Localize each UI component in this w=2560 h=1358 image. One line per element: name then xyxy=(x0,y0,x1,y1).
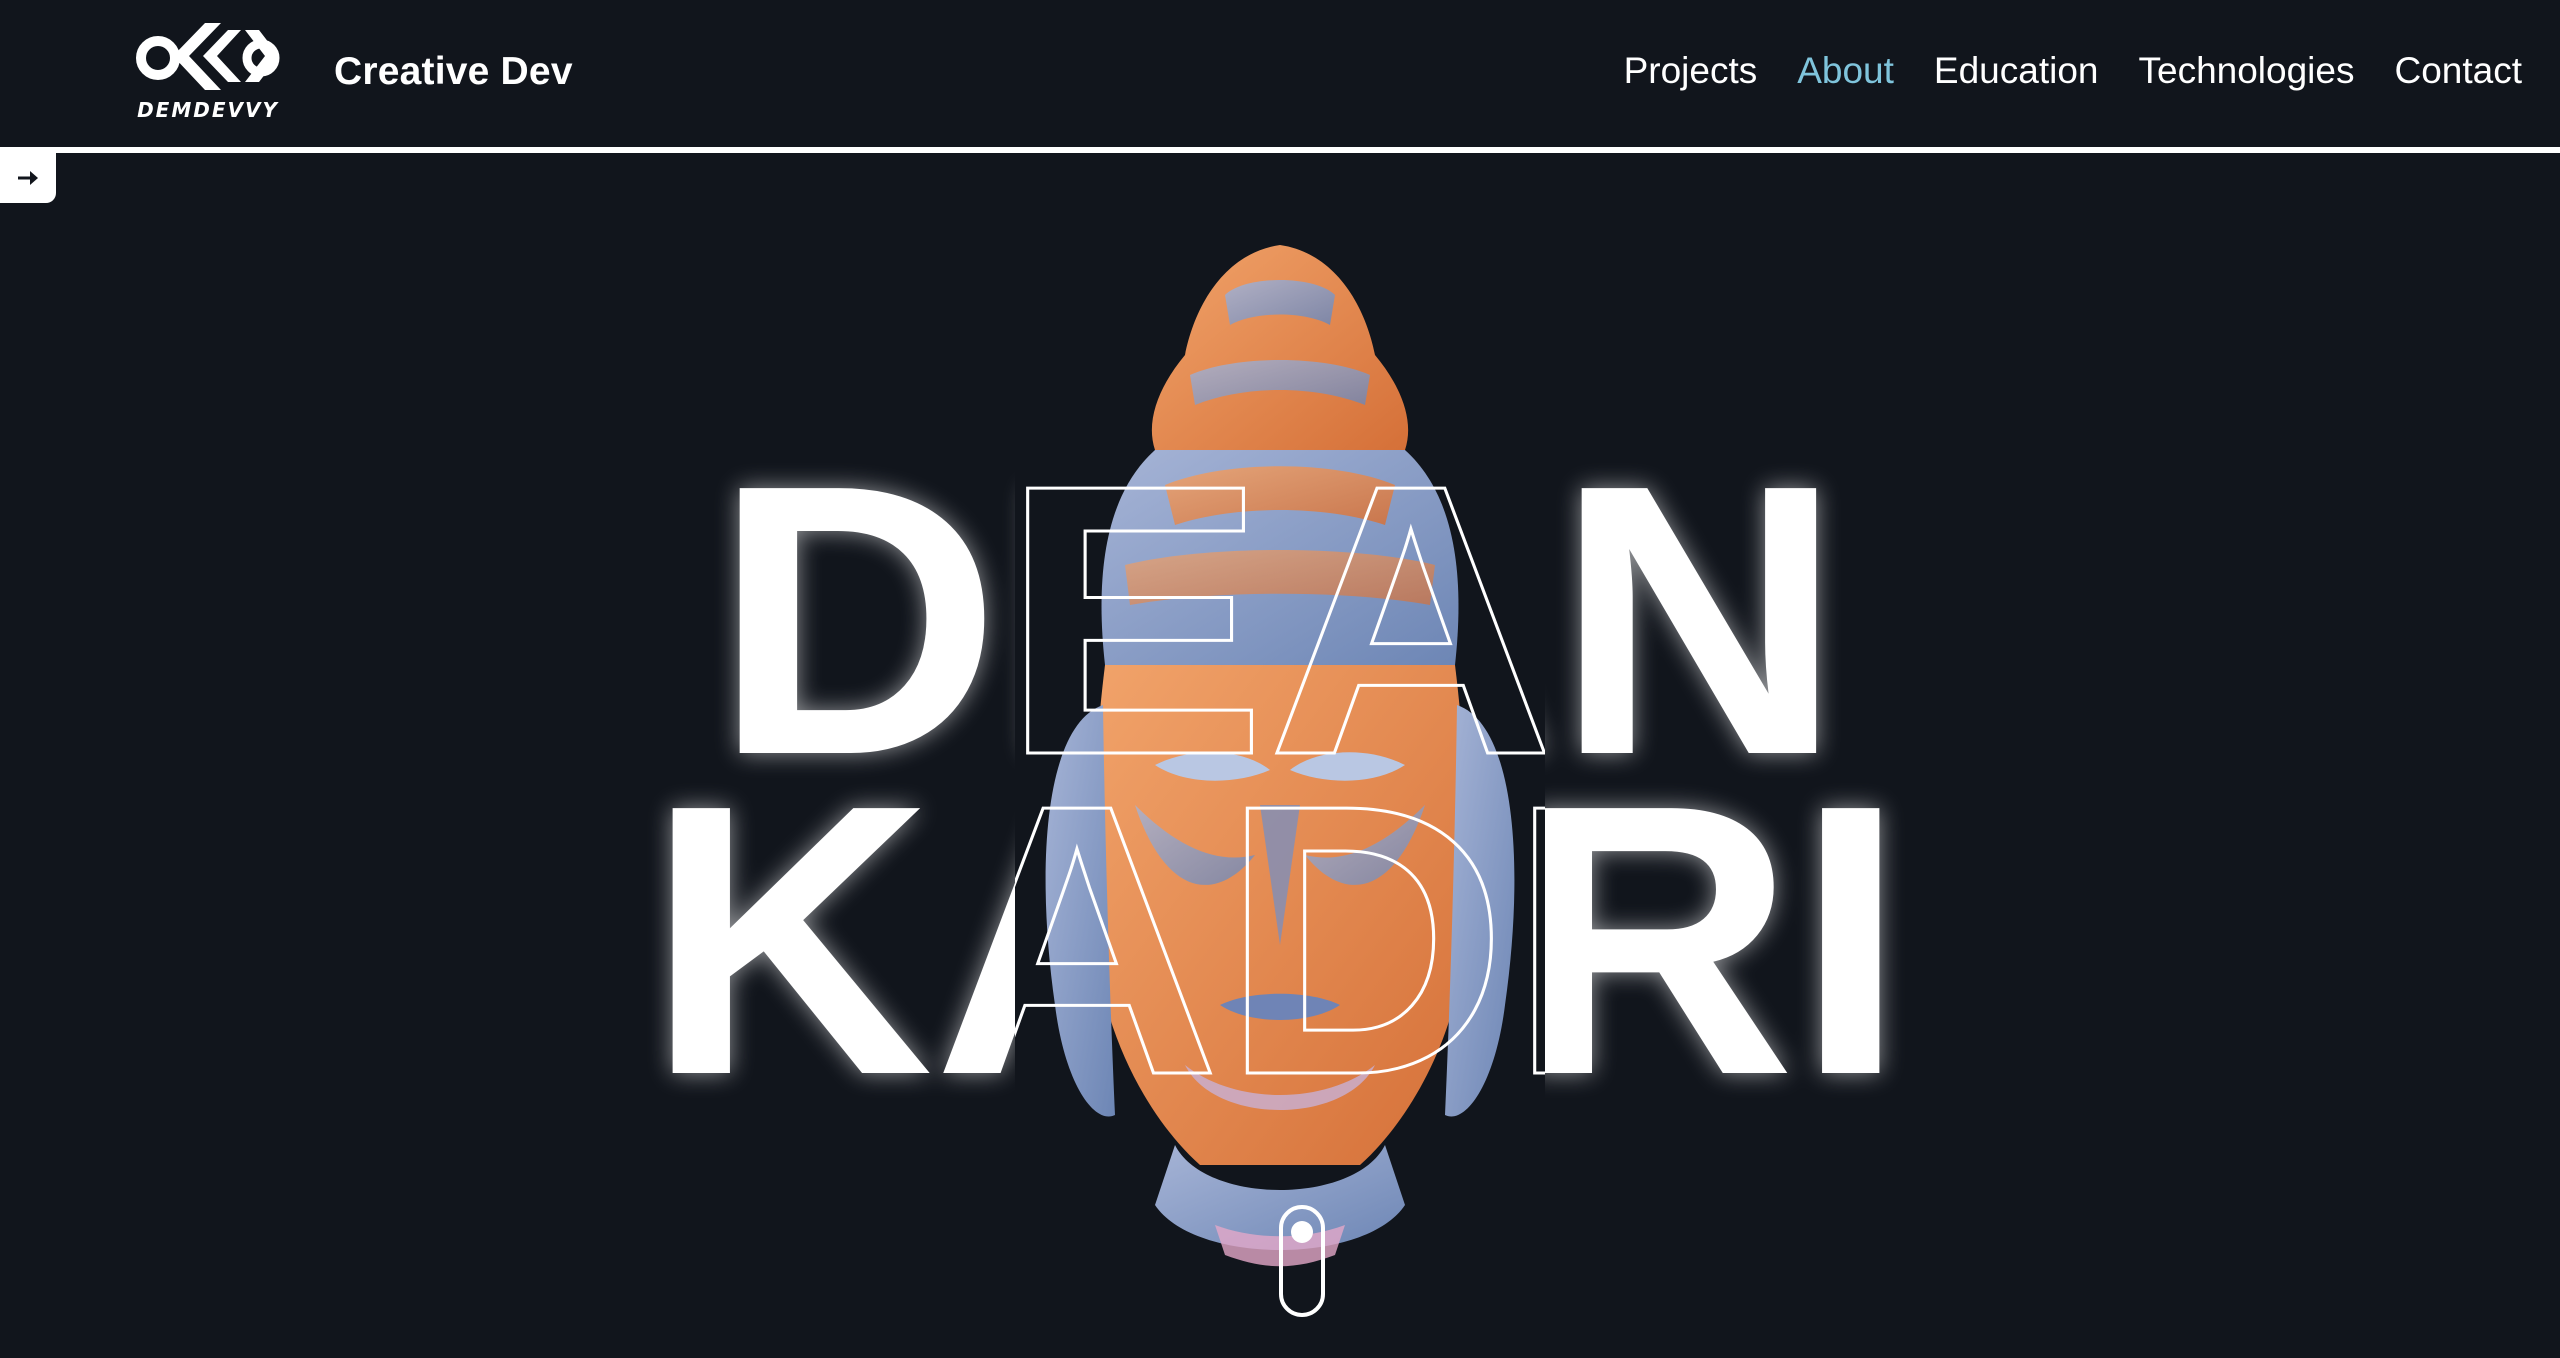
nav-about[interactable]: About xyxy=(1797,50,1894,92)
nav-technologies[interactable]: Technologies xyxy=(2139,50,2355,92)
main-nav: Projects About Education Technologies Co… xyxy=(1624,50,2522,92)
brand-title[interactable]: Creative Dev xyxy=(334,50,573,94)
logo-mark-icon xyxy=(136,23,280,90)
nav-contact[interactable]: Contact xyxy=(2394,50,2522,92)
arrow-right-icon xyxy=(18,171,38,185)
logo[interactable]: DEMDEVVY xyxy=(133,18,283,128)
mouse-scroll-icon[interactable] xyxy=(1279,1205,1325,1317)
nav-education[interactable]: Education xyxy=(1934,50,2099,92)
hero-section: DEAN KADRI DEAN KADRI xyxy=(0,153,2560,1358)
scroll-wheel-dot xyxy=(1291,1221,1313,1243)
nav-projects[interactable]: Projects xyxy=(1624,50,1758,92)
logo-text: DEMDEVVY xyxy=(137,98,279,122)
hero-name: DEAN KADRI DEAN KADRI xyxy=(0,153,2560,1358)
sidebar-toggle-button[interactable] xyxy=(0,153,56,203)
hero-last-name-outline: KADRI xyxy=(646,724,1906,1155)
site-header: DEMDEVVY Creative Dev Projects About Edu… xyxy=(0,0,2560,147)
